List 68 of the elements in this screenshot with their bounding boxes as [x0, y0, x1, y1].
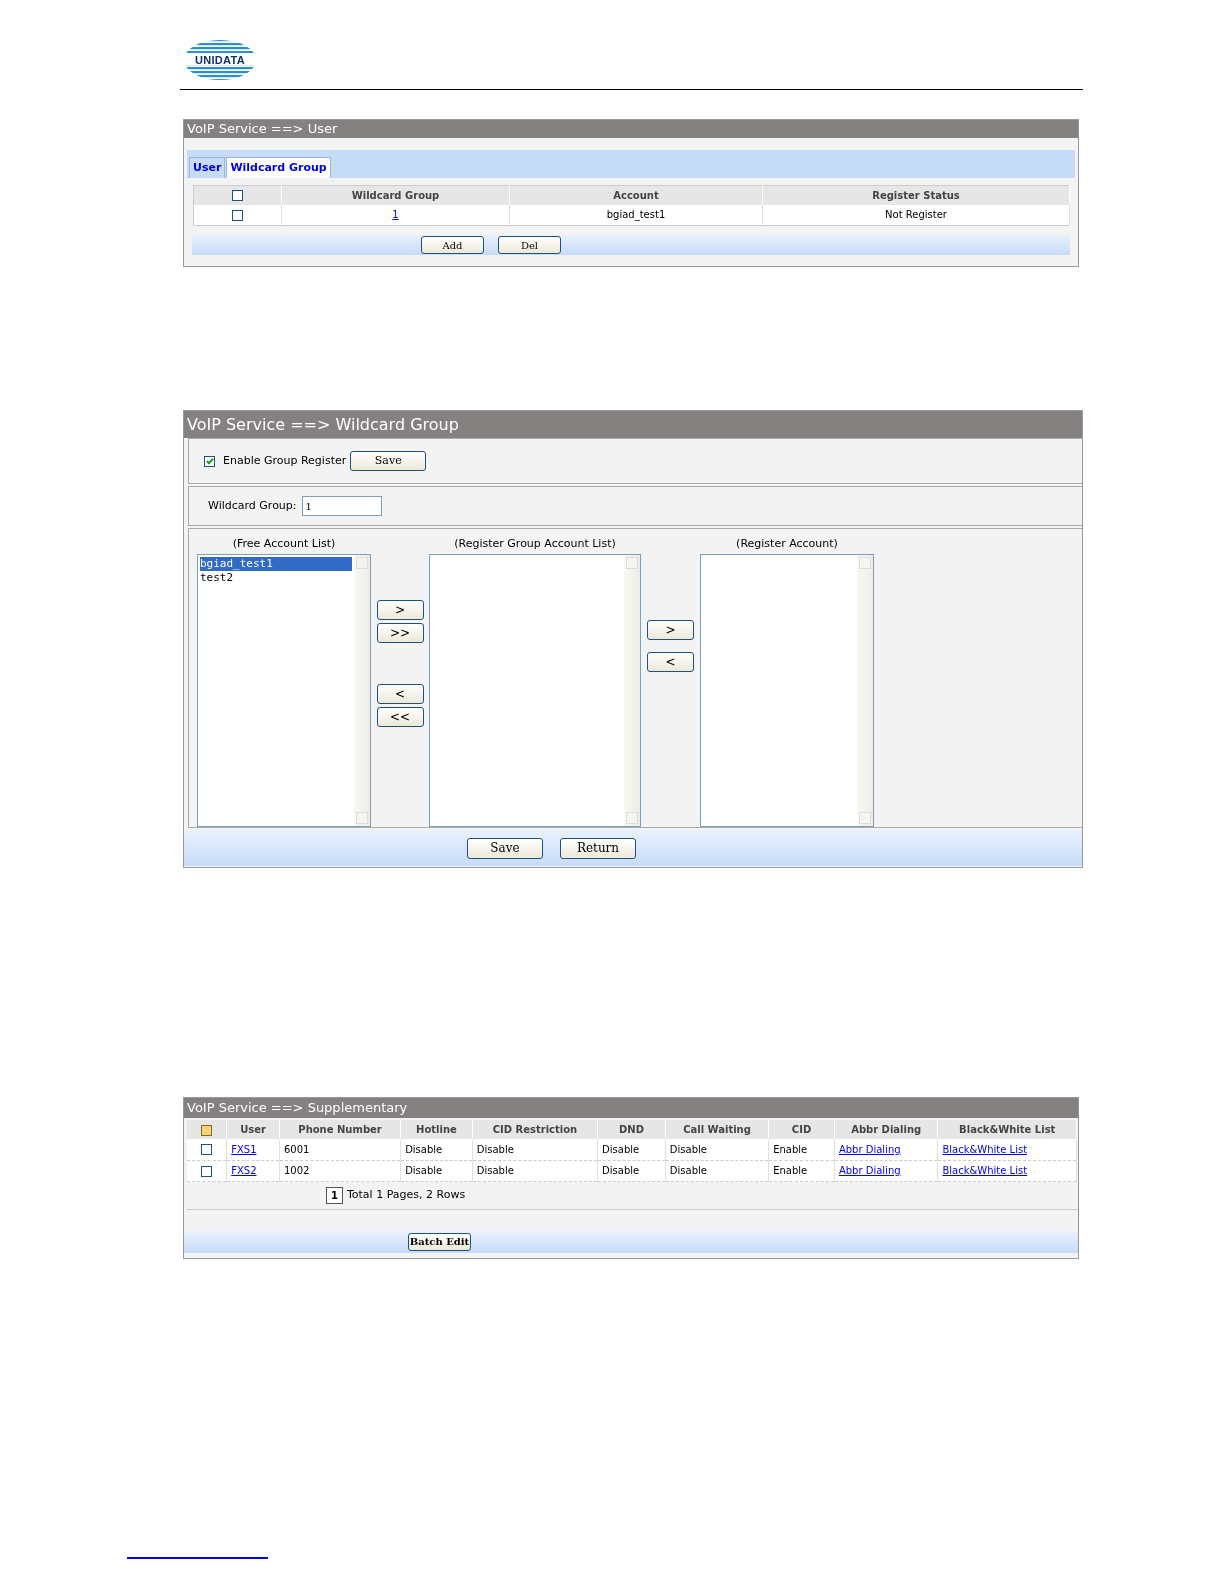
checkbox[interactable] [201, 1165, 213, 1177]
tab[interactable]: User [189, 156, 226, 178]
table-cell: Enable [773, 1165, 808, 1176]
column-header: Phone Number [279, 1120, 401, 1139]
table-cell: Disable [602, 1143, 640, 1155]
column-header: User [226, 1120, 280, 1139]
move-button[interactable]: < [647, 652, 694, 672]
table-cell: 6001 [283, 1143, 310, 1155]
panel-title: VoIP Service ==> User [184, 120, 1078, 138]
column-header: CID Restriction [472, 1120, 598, 1139]
column-header: Hotline [400, 1120, 473, 1139]
checkbox[interactable] [232, 209, 243, 221]
save-button[interactable]: Save [350, 451, 427, 471]
page-number[interactable]: 1 [326, 1186, 343, 1204]
table-cell: Disable [669, 1143, 707, 1155]
table-cell: Disable [405, 1165, 443, 1176]
table-link[interactable]: FXS2 [231, 1165, 257, 1176]
table-link[interactable]: FXS1 [231, 1143, 257, 1155]
column-header: Wildcard Group [281, 185, 510, 205]
action-button[interactable]: Return [560, 837, 636, 859]
table-cell: Disable [476, 1165, 514, 1176]
action-button[interactable]: Save [467, 837, 543, 859]
table-cell: Enable [773, 1143, 808, 1155]
checkbox[interactable] [232, 190, 243, 202]
move-button[interactable]: << [376, 707, 424, 727]
checkbox[interactable] [204, 455, 215, 467]
move-button[interactable]: > [647, 620, 694, 640]
table-cell: Disable [602, 1165, 640, 1176]
list-option[interactable]: test2 [200, 570, 352, 585]
field-label: Wildcard Group: [208, 497, 297, 514]
move-button[interactable]: < [376, 684, 424, 704]
move-button[interactable]: > [376, 600, 424, 620]
column-header: CID [768, 1120, 835, 1139]
panel-title: VoIP Service ==> Supplementary [184, 1098, 1078, 1118]
checkbox[interactable] [201, 1144, 213, 1156]
table-link[interactable]: Abbr Dialing [838, 1143, 901, 1155]
checkbox-label: Enable Group Register [223, 452, 347, 469]
batch-edit-button[interactable]: Batch Edit [408, 1232, 471, 1251]
tab[interactable]: Wildcard Group [226, 156, 331, 178]
table-cell: 1002 [283, 1165, 310, 1176]
panel-title: VoIP Service ==> Wildcard Group [184, 411, 1082, 438]
table-cell: Disable [476, 1143, 514, 1155]
list-option[interactable]: bgiad_test1 [200, 556, 352, 571]
column-header: Account [509, 185, 763, 205]
table-link[interactable]: Black&White List [942, 1165, 1028, 1176]
column-header: Register Status [762, 185, 1070, 205]
list-title: (Register Group Account List) [454, 536, 616, 552]
table-cell: Not Register [885, 209, 947, 221]
logo: UNIDATA [183, 38, 257, 81]
column-header: Black&White List [938, 1120, 1077, 1139]
page-summary: Total 1 Pages, 2 Rows [346, 1186, 466, 1203]
action-button[interactable]: Del [498, 236, 561, 254]
group-input[interactable]: 1 [301, 496, 382, 516]
action-button[interactable]: Add [421, 236, 484, 254]
column-header: Abbr Dialing [834, 1120, 938, 1139]
group-link[interactable]: 1 [392, 209, 399, 221]
column-header: DND [597, 1120, 666, 1139]
table-link[interactable]: Black&White List [942, 1143, 1028, 1155]
move-button[interactable]: >> [376, 623, 424, 643]
table-link[interactable]: Abbr Dialing [838, 1165, 901, 1176]
column-header: Call Waiting [665, 1120, 769, 1139]
list-box[interactable]: bgiad_test1 test2 [197, 553, 371, 827]
list-title: (Free Account List) [232, 536, 336, 552]
list-title: (Register Account) [736, 536, 838, 552]
table-cell: Disable [669, 1165, 707, 1176]
checkbox[interactable] [201, 1124, 213, 1136]
table-cell: bgiad_test1 [606, 209, 666, 221]
table-cell: Disable [405, 1143, 443, 1155]
